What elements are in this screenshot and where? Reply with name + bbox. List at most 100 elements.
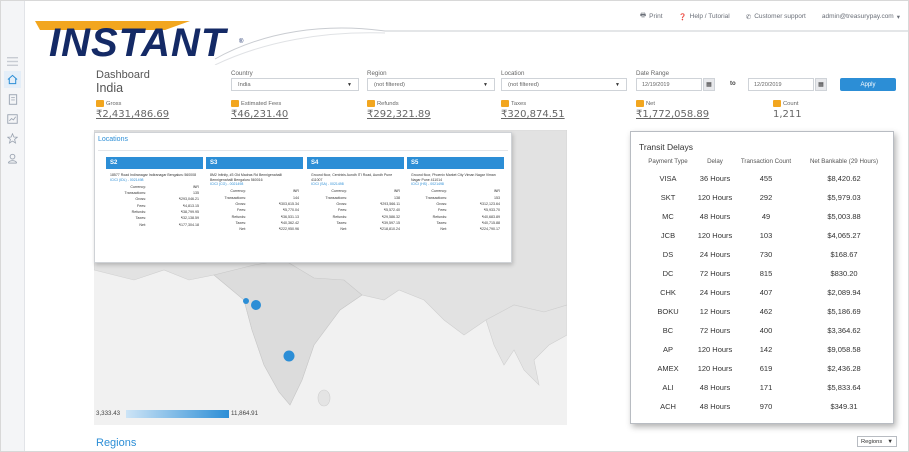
money-icon [96, 100, 104, 107]
metric-label: Refunds: [332, 214, 347, 219]
location-select[interactable]: (not filtered) ▼ [501, 78, 627, 91]
net-bankable-cell: $4,065.27 [827, 231, 861, 240]
metric-label: Fees: [338, 208, 347, 213]
calendar-icon[interactable]: ▦ [815, 78, 827, 91]
print-link[interactable]: 🖶 Print [640, 11, 663, 22]
menu-icon[interactable] [4, 53, 21, 70]
account-label: admin@treasurypay.com [821, 13, 894, 20]
brand-logo[interactable]: INSTANT [49, 21, 226, 66]
delay-cell: 120 Hours [697, 193, 733, 202]
stat-value[interactable]: ₹2,431,486.69 [96, 109, 169, 120]
tax-icon [501, 100, 509, 107]
support-link[interactable]: ✆ Customer support [746, 11, 806, 22]
payment-type-cell: DC [662, 269, 674, 278]
star-icon[interactable] [4, 130, 21, 147]
metric-value: ₹38,799.95 [180, 209, 199, 214]
stat-value[interactable]: ₹1,772,058.89 [636, 109, 709, 120]
metric-label: Refunds: [131, 209, 146, 214]
transaction-count-cell: 49 [761, 212, 771, 221]
transaction-count-cell: 103 [759, 231, 773, 240]
caret-down-icon: ▼ [483, 81, 488, 88]
net-bankable-cell: $8,420.62 [827, 174, 861, 183]
payment-type-cell: VISA [659, 174, 677, 183]
col-net-bankable[interactable]: Net Bankable (29 Hours) [797, 158, 891, 165]
start-date-input[interactable]: 12/19/2019 [636, 78, 702, 91]
col-transaction-count[interactable]: Transaction Count [737, 158, 795, 165]
regions-select[interactable]: Regions ▼ [857, 436, 897, 447]
delay-cell: 48 Hours [699, 212, 731, 221]
transit-row[interactable]: JCB 120 Hours 103 $4,065.27 [631, 231, 895, 245]
metric-label: Taxes: [436, 220, 447, 225]
transit-row[interactable]: VISA 36 Hours 455 $8,420.62 [631, 174, 895, 188]
transaction-count-cell: 142 [759, 345, 773, 354]
region-value: (not filtered) [374, 81, 405, 88]
metric-value: ₹218,810.24 [379, 227, 400, 232]
stat-label: Taxes [511, 100, 527, 107]
transit-row[interactable]: DC 72 Hours 815 $830.20 [631, 269, 895, 283]
user-icon[interactable] [4, 150, 21, 167]
delay-cell: 48 Hours [699, 383, 731, 392]
stat-value[interactable]: ₹292,321.89 [367, 109, 431, 120]
metric-value: ₹293,046.21 [178, 197, 199, 202]
metric-value: 153 [494, 195, 500, 200]
transaction-count-cell: 970 [759, 402, 773, 411]
col-delay[interactable]: Delay [694, 158, 736, 165]
brand-logo-mark: ® [239, 39, 244, 45]
location-card[interactable]: S2 18577 Road Indiranagar Indiranagar Ben… [106, 157, 203, 259]
transit-row[interactable]: MC 48 Hours 49 $5,003.88 [631, 212, 895, 226]
location-name: S5 [407, 157, 504, 169]
apply-button[interactable]: Apply [840, 78, 896, 91]
end-date-input[interactable]: 12/20/2019 [748, 78, 814, 91]
metric-value: ₹303,615.34 [278, 201, 299, 206]
country-select[interactable]: India ▼ [231, 78, 359, 91]
transit-row[interactable]: DS 24 Hours 730 $168.67 [631, 250, 895, 264]
transit-row[interactable]: AMEX 120 Hours 619 $2,436.28 [631, 364, 895, 378]
stat-value[interactable]: ₹320,874.51 [501, 109, 565, 120]
region-select[interactable]: (not filtered) ▼ [367, 78, 495, 91]
payment-type-cell: ACH [660, 402, 676, 411]
metric-value: ₹5,770.04 [282, 208, 299, 213]
stat-value[interactable]: ₹46,231.40 [231, 109, 288, 120]
map-marker[interactable] [243, 298, 249, 304]
calendar-icon[interactable]: ▦ [703, 78, 715, 91]
location-metric-row: Net: ₹224,790.17 [407, 226, 504, 232]
transit-row[interactable]: BOKU 12 Hours 462 $5,186.69 [631, 307, 895, 321]
stat-gross: Gross ₹2,431,486.69 [96, 100, 169, 120]
location-card[interactable]: S4 Ground floor, Centrixis Aundh ITI Road… [307, 157, 404, 259]
stat-estimated-fees: Estimated Fees ₹46,231.40 [231, 100, 288, 120]
net-bankable-cell: $349.31 [830, 402, 858, 411]
location-card[interactable]: S5 Ground floor, Phoenix Market City Vima… [407, 157, 504, 259]
location-name: S3 [206, 157, 303, 169]
account-menu[interactable]: admin@treasurypay.com ▾ [822, 11, 900, 22]
count-icon [773, 100, 781, 107]
metric-label: Fees: [438, 208, 447, 213]
metric-label: Transactions: [325, 195, 347, 200]
help-link[interactable]: ❓ Help / Tutorial [679, 11, 730, 22]
transit-row[interactable]: BC 72 Hours 400 $3,364.62 [631, 326, 895, 340]
metric-value: ₹222,950.96 [278, 227, 299, 232]
metric-label: Transactions: [124, 191, 146, 196]
document-icon[interactable] [4, 91, 21, 108]
metric-label: Net: [139, 222, 146, 227]
payment-type-cell: BOKU [657, 307, 679, 316]
net-bankable-cell: $168.67 [830, 250, 858, 259]
transit-row[interactable]: SKT 120 Hours 292 $5,979.03 [631, 193, 895, 207]
col-payment-type[interactable]: Payment Type [643, 158, 693, 165]
transit-row[interactable]: ACH 48 Hours 970 $349.31 [631, 402, 895, 416]
map-marker[interactable] [251, 300, 261, 310]
map-marker[interactable] [283, 350, 295, 362]
transit-row[interactable]: ALI 48 Hours 171 $5,833.64 [631, 383, 895, 397]
metric-label: Gross: [135, 197, 146, 202]
transaction-count-cell: 462 [759, 307, 773, 316]
home-icon[interactable] [4, 71, 21, 88]
payment-type-cell: AP [662, 345, 673, 354]
transit-row[interactable]: AP 120 Hours 142 $9,058.58 [631, 345, 895, 359]
metric-label: Currency: [331, 189, 347, 194]
delay-cell: 72 Hours [699, 326, 731, 335]
chart-icon[interactable] [4, 110, 21, 127]
location-card[interactable]: S3 8M2 Infinity, #3 Old Madras Rd Bennige… [206, 157, 303, 259]
transit-row[interactable]: CHK 24 Hours 407 $2,089.94 [631, 288, 895, 302]
stat-net: Net ₹1,772,058.89 [636, 100, 709, 120]
metric-value: ₹293,566.11 [379, 201, 400, 206]
metric-label: Taxes: [336, 220, 347, 225]
